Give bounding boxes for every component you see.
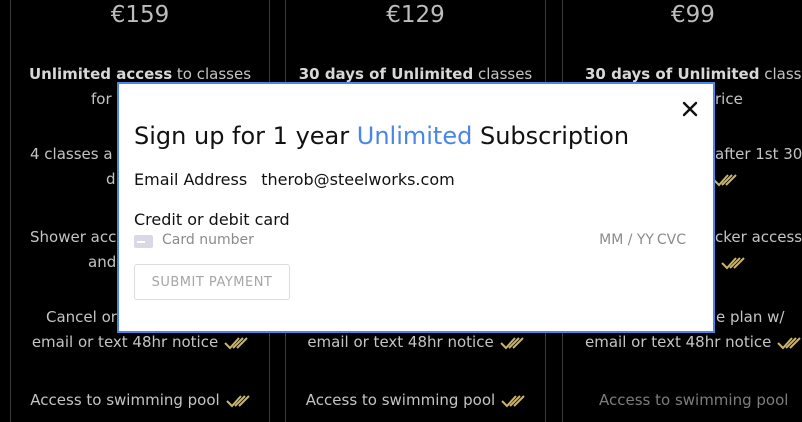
email-value: therob@steelworks.com bbox=[261, 170, 455, 189]
plan-feature: email or text 48hr notice bbox=[563, 330, 802, 355]
double-check-icon bbox=[777, 336, 802, 349]
plan-feature: Access to swimming pool bbox=[599, 391, 789, 409]
cvc-field[interactable]: CVC bbox=[657, 232, 686, 248]
double-check-icon bbox=[499, 336, 524, 349]
plan-feature: email or text 48hr notice bbox=[286, 330, 545, 355]
email-label: Email Address bbox=[134, 170, 248, 189]
submit-payment-button[interactable]: SUBMIT PAYMENT bbox=[134, 264, 290, 300]
plan-price: €129 bbox=[386, 2, 445, 28]
plan-feature: Access to swimming pool bbox=[11, 388, 269, 413]
double-check-icon bbox=[721, 256, 745, 269]
email-row: Email Address therob@steelworks.com bbox=[134, 170, 455, 189]
close-icon[interactable] bbox=[681, 100, 699, 118]
plan-name-highlight: Unlimited bbox=[356, 122, 473, 150]
plan-feature: email or text 48hr notice bbox=[11, 330, 269, 355]
plan-price: €159 bbox=[110, 2, 170, 28]
plan-price: €99 bbox=[671, 2, 715, 28]
double-check-icon bbox=[226, 394, 250, 407]
double-check-icon bbox=[224, 336, 248, 349]
expiry-field[interactable]: MM / YY bbox=[599, 232, 654, 248]
signup-modal: Sign up for 1 year Unlimited Subscriptio… bbox=[117, 82, 715, 333]
card-label: Credit or debit card bbox=[134, 210, 290, 229]
double-check-icon bbox=[713, 173, 737, 186]
plan-feature: Access to swimming pool bbox=[286, 388, 545, 413]
double-check-icon bbox=[501, 394, 525, 407]
credit-card-icon bbox=[134, 235, 153, 248]
card-number-field[interactable]: Card number bbox=[162, 232, 254, 248]
modal-title: Sign up for 1 year Unlimited Subscriptio… bbox=[134, 122, 630, 150]
card-input[interactable]: Card number MM / YY CVC bbox=[134, 231, 686, 253]
